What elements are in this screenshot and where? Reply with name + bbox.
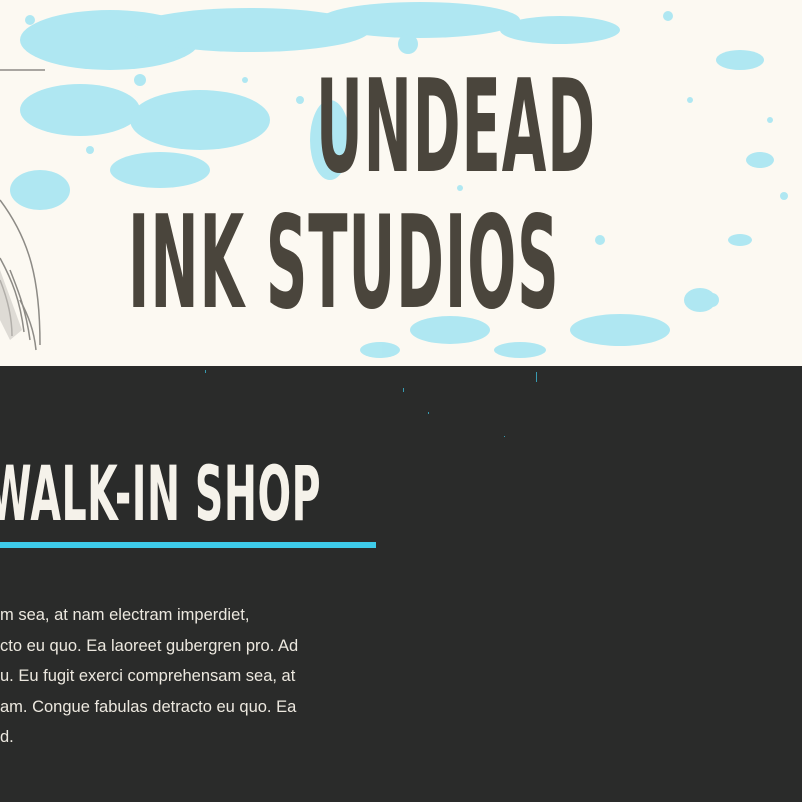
tattoo-sketch-illustration [0,69,45,351]
site-title-line-2: INK STUDIOS [128,189,560,338]
paragraph-line: d. [0,728,14,746]
section-title: WALK-IN SHOP [0,449,322,538]
paragraph-line: u. Eu fugit exerci comprehensam sea, at [0,667,296,685]
paragraph-line: cto eu quo. Ea laoreet gubergren pro. Ad [0,636,299,655]
paragraph-line: m sea, at nam electram imperdiet, [0,606,250,624]
hero-banner: UNDEAD INK STUDIOS [0,0,802,366]
paragraph-line: am. Congue fabulas detracto eu quo. Ea [0,697,297,716]
site-title-line-1: UNDEAD [316,53,596,202]
section-paragraph: m sea, at nam electram imperdiet, cto eu… [0,600,370,753]
walk-in-shop-section: WALK-IN SHOP m sea, at nam electram impe… [0,366,802,802]
title-underline [0,542,376,548]
